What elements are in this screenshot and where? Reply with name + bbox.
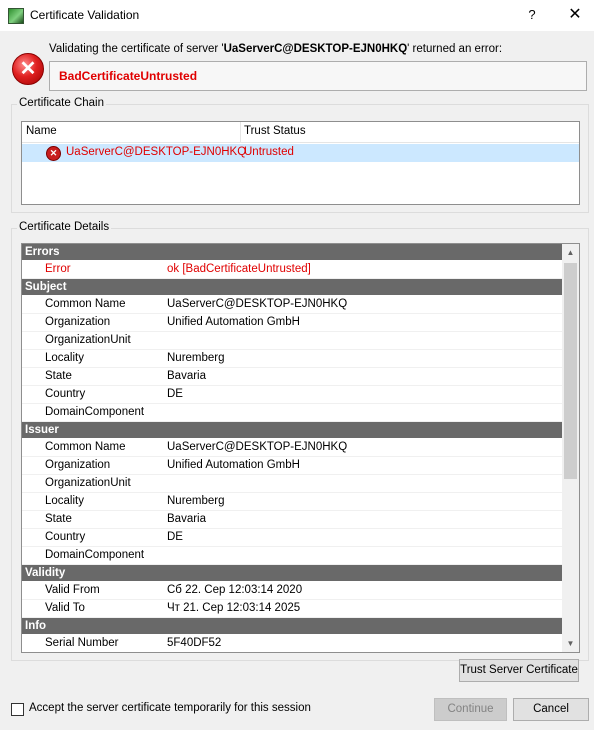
certificate-details-grid[interactable]: Errors Error ok [BadCertificateUntrusted] S… bbox=[21, 243, 580, 653]
help-button[interactable]: ? bbox=[520, 4, 544, 26]
detail-value: DE bbox=[167, 531, 183, 543]
detail-row[interactable]: Common Name UaServerC@DESKTOP-EJN0HKQ bbox=[22, 296, 562, 314]
section-header-info[interactable]: Info bbox=[22, 618, 562, 635]
detail-row[interactable]: Locality Nuremberg bbox=[22, 350, 562, 368]
error-code: BadCertificateUntrusted bbox=[59, 69, 198, 83]
detail-row[interactable]: Organization Unified Automation GmbH bbox=[22, 314, 562, 332]
detail-row[interactable]: State Bavaria bbox=[22, 368, 562, 386]
scroll-thumb[interactable] bbox=[564, 263, 577, 479]
error-icon: ✕ bbox=[12, 53, 44, 85]
detail-key: Locality bbox=[45, 352, 84, 364]
chain-row-name: UaServerC@DESKTOP-EJN0HKQ bbox=[66, 146, 247, 158]
detail-value: Unified Automation GmbH bbox=[167, 316, 300, 328]
detail-key: Serial Number bbox=[45, 637, 119, 649]
detail-row[interactable]: Error ok [BadCertificateUntrusted] bbox=[22, 261, 562, 279]
server-name: UaServerC@DESKTOP-EJN0HKQ bbox=[223, 43, 408, 55]
detail-key: Valid To bbox=[45, 602, 85, 614]
detail-key: State bbox=[45, 513, 72, 525]
accept-temporarily-label: Accept the server certificate temporaril… bbox=[29, 702, 311, 714]
detail-value: Nuremberg bbox=[167, 495, 225, 507]
scroll-down-icon[interactable]: ▼ bbox=[562, 635, 579, 652]
detail-row[interactable]: DomainComponent bbox=[22, 404, 562, 422]
close-button[interactable]: ✕ bbox=[562, 4, 588, 26]
detail-row[interactable]: Locality Nuremberg bbox=[22, 493, 562, 511]
detail-key: DomainComponent bbox=[45, 406, 145, 418]
error-icon: ✕ bbox=[46, 146, 61, 161]
detail-key: Common Name bbox=[45, 441, 126, 453]
column-divider[interactable] bbox=[240, 122, 241, 142]
detail-row[interactable]: Organization Unified Automation GmbH bbox=[22, 457, 562, 475]
chain-row-status: Untrusted bbox=[244, 146, 294, 158]
detail-value: Unified Automation GmbH bbox=[167, 459, 300, 471]
section-header-subject[interactable]: Subject bbox=[22, 279, 562, 296]
continue-button[interactable]: Continue bbox=[434, 698, 507, 721]
detail-value: 5F40DF52 bbox=[167, 637, 222, 649]
chain-header: Name Trust Status bbox=[22, 122, 579, 143]
section-header-issuer[interactable]: Issuer bbox=[22, 422, 562, 439]
detail-value: ok [BadCertificateUntrusted] bbox=[167, 263, 311, 275]
detail-row[interactable]: Valid To Чт 21. Сер 12:03:14 2025 bbox=[22, 600, 562, 618]
detail-row[interactable]: Country DE bbox=[22, 386, 562, 404]
certificate-chain-list[interactable]: Name Trust Status ✕ UaServerC@DESKTOP-EJ… bbox=[21, 121, 580, 205]
details-scrollbar[interactable]: ▲ ▼ bbox=[562, 244, 579, 652]
cancel-button[interactable]: Cancel bbox=[513, 698, 589, 721]
window-title: Certificate Validation bbox=[30, 8, 140, 22]
title-bar: Certificate Validation ? ✕ bbox=[0, 0, 594, 31]
detail-row[interactable]: OrganizationUnit bbox=[22, 475, 562, 493]
detail-row[interactable]: DomainComponent bbox=[22, 547, 562, 565]
scroll-up-icon[interactable]: ▲ bbox=[562, 244, 579, 261]
detail-key: Locality bbox=[45, 495, 84, 507]
column-trust-status[interactable]: Trust Status bbox=[244, 125, 306, 137]
error-code-box: BadCertificateUntrusted bbox=[49, 61, 587, 91]
column-name[interactable]: Name bbox=[26, 125, 57, 137]
detail-value: Bavaria bbox=[167, 513, 206, 525]
detail-key: OrganizationUnit bbox=[45, 477, 131, 489]
section-header-validity[interactable]: Validity bbox=[22, 565, 562, 582]
detail-value: UaServerC@DESKTOP-EJN0HKQ bbox=[167, 441, 348, 453]
certificate-details-title: Certificate Details bbox=[17, 221, 112, 233]
certificate-chain-title: Certificate Chain bbox=[17, 97, 107, 109]
detail-key: State bbox=[45, 370, 72, 382]
detail-value: DE bbox=[167, 388, 183, 400]
detail-value: Nuremberg bbox=[167, 352, 225, 364]
detail-value: Чт 21. Сер 12:03:14 2025 bbox=[167, 602, 301, 614]
detail-key: Country bbox=[45, 388, 86, 400]
detail-key: Valid From bbox=[45, 584, 100, 596]
detail-value: UaServerC@DESKTOP-EJN0HKQ bbox=[167, 298, 348, 310]
trust-server-certificate-button[interactable]: Trust Server Certificate bbox=[459, 659, 579, 682]
details-rows: Errors Error ok [BadCertificateUntrusted] S… bbox=[22, 244, 562, 652]
detail-key: Organization bbox=[45, 459, 111, 471]
detail-row[interactable]: OrganizationUnit bbox=[22, 332, 562, 350]
app-icon bbox=[8, 8, 24, 24]
detail-key: Country bbox=[45, 531, 86, 543]
detail-row[interactable]: Country DE bbox=[22, 529, 562, 547]
detail-row[interactable]: State Bavaria bbox=[22, 511, 562, 529]
detail-key: Organization bbox=[45, 316, 111, 328]
detail-row[interactable]: Valid From Сб 22. Сер 12:03:14 2020 bbox=[22, 582, 562, 600]
detail-row[interactable]: Serial Number 5F40DF52 bbox=[22, 635, 562, 652]
detail-row[interactable]: Common Name UaServerC@DESKTOP-EJN0HKQ bbox=[22, 439, 562, 457]
detail-key: DomainComponent bbox=[45, 549, 145, 561]
detail-key: Common Name bbox=[45, 298, 126, 310]
detail-key: OrganizationUnit bbox=[45, 334, 131, 346]
section-header-errors[interactable]: Errors bbox=[22, 244, 562, 261]
error-message: Validating the certificate of server 'Ua… bbox=[49, 43, 503, 55]
detail-key: Error bbox=[45, 263, 71, 275]
detail-value: Bavaria bbox=[167, 370, 206, 382]
accept-temporarily-checkbox[interactable] bbox=[11, 703, 24, 716]
detail-value: Сб 22. Сер 12:03:14 2020 bbox=[167, 584, 303, 596]
chain-row[interactable]: ✕ UaServerC@DESKTOP-EJN0HKQ Untrusted bbox=[22, 144, 579, 162]
